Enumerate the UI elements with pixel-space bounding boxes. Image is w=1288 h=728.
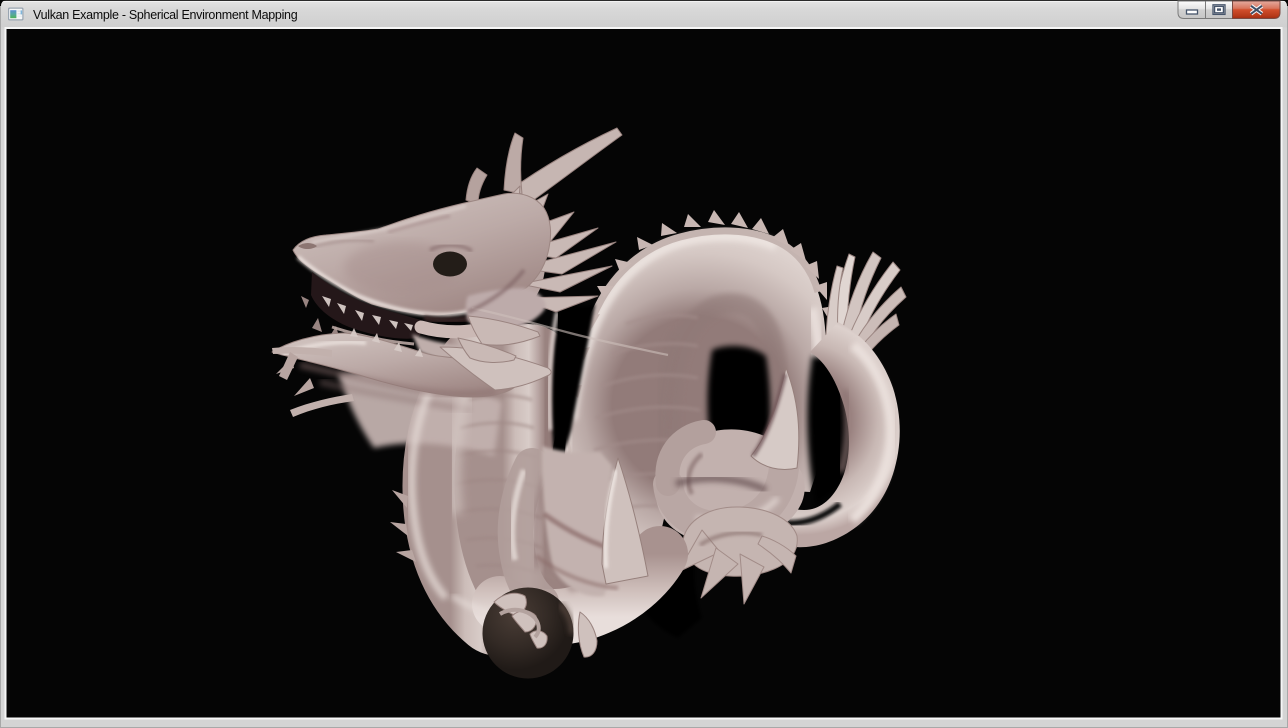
- svg-text:Vulkan Example - Spherical Env: Vulkan Example - Spherical Environment M…: [33, 8, 298, 22]
